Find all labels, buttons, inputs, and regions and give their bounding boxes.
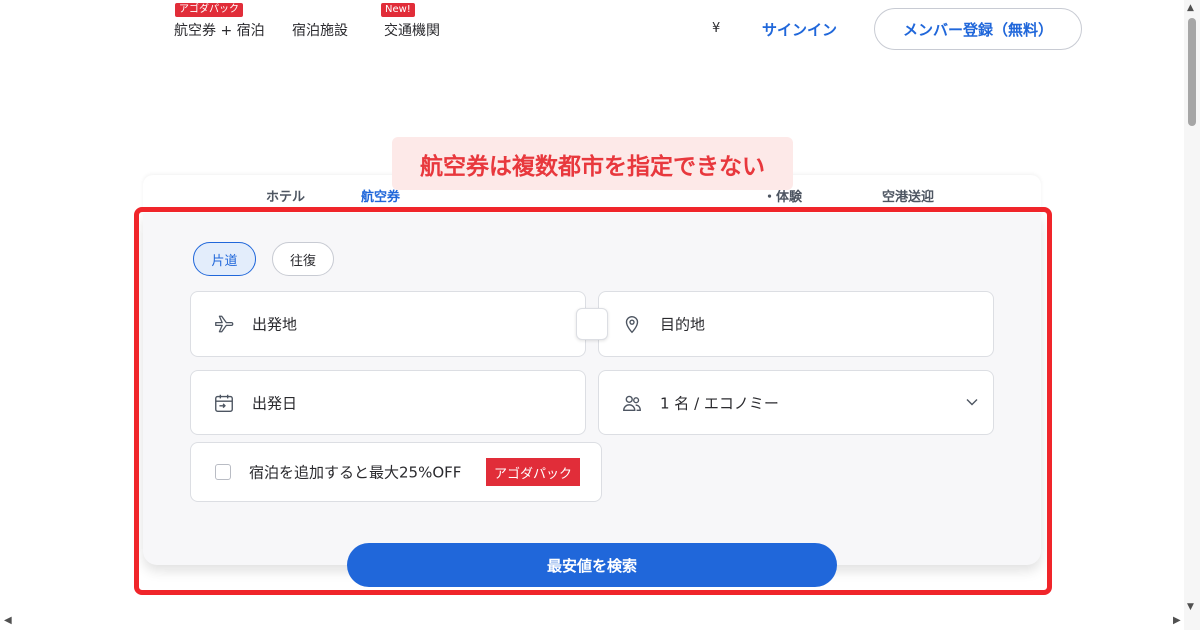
register-button[interactable]: メンバー登録（無料） — [874, 8, 1082, 50]
one-way-button[interactable]: 片道 — [193, 242, 256, 276]
destination-field[interactable]: 目的地 — [598, 291, 994, 357]
round-trip-button[interactable]: 往復 — [272, 242, 334, 276]
travelers-value: 1 名 / エコノミー — [660, 394, 779, 412]
airplane-icon — [213, 313, 235, 335]
search-button[interactable]: 最安値を検索 — [347, 543, 837, 587]
nav-item-label: 交通機関 — [384, 23, 440, 39]
scrollbar-thumb[interactable] — [1188, 18, 1196, 126]
origin-placeholder: 出発地 — [252, 315, 298, 334]
scroll-left-arrow-icon[interactable]: ◀ — [4, 615, 12, 626]
scroll-right-arrow-icon[interactable]: ▶ — [1173, 615, 1181, 626]
map-pin-icon — [621, 313, 643, 335]
vertical-scrollbar[interactable]: ▲ ▼ — [1184, 0, 1200, 630]
add-hotel-checkbox[interactable] — [215, 464, 231, 480]
tab-hotel[interactable]: ホテル — [266, 186, 305, 205]
depart-date-placeholder: 出発日 — [252, 394, 298, 412]
nav-item-label: 航空券 + 宿泊 — [174, 23, 265, 39]
scroll-down-arrow-icon[interactable]: ▼ — [1187, 602, 1194, 612]
nav-item-label: 宿泊施設 — [292, 23, 348, 39]
swap-locations-button[interactable] — [576, 308, 608, 340]
people-icon — [621, 392, 643, 414]
chevron-down-icon — [965, 393, 979, 412]
add-hotel-option[interactable]: 宿泊を追加すると最大25%OFF アゴダパック — [190, 442, 602, 502]
scroll-up-arrow-icon[interactable]: ▲ — [1187, 3, 1194, 13]
tab-airport-transfer[interactable]: 空港送迎 — [882, 186, 934, 205]
annotation-callout: 航空券は複数都市を指定できない — [392, 137, 793, 190]
new-badge: New! — [381, 3, 415, 17]
add-hotel-label: 宿泊を追加すると最大25%OFF — [249, 463, 462, 482]
agoda-pack-badge: アゴダパック — [175, 3, 243, 17]
signin-link[interactable]: サインイン — [762, 19, 837, 40]
calendar-icon — [213, 392, 235, 414]
currency-selector[interactable]: ¥ — [712, 21, 720, 36]
origin-field[interactable]: 出発地 — [190, 291, 586, 357]
agoda-pack-badge: アゴダパック — [486, 458, 581, 486]
destination-placeholder: 目的地 — [660, 315, 706, 334]
depart-date-field[interactable]: 出発日 — [190, 370, 586, 435]
travelers-field[interactable]: 1 名 / エコノミー — [598, 370, 994, 435]
